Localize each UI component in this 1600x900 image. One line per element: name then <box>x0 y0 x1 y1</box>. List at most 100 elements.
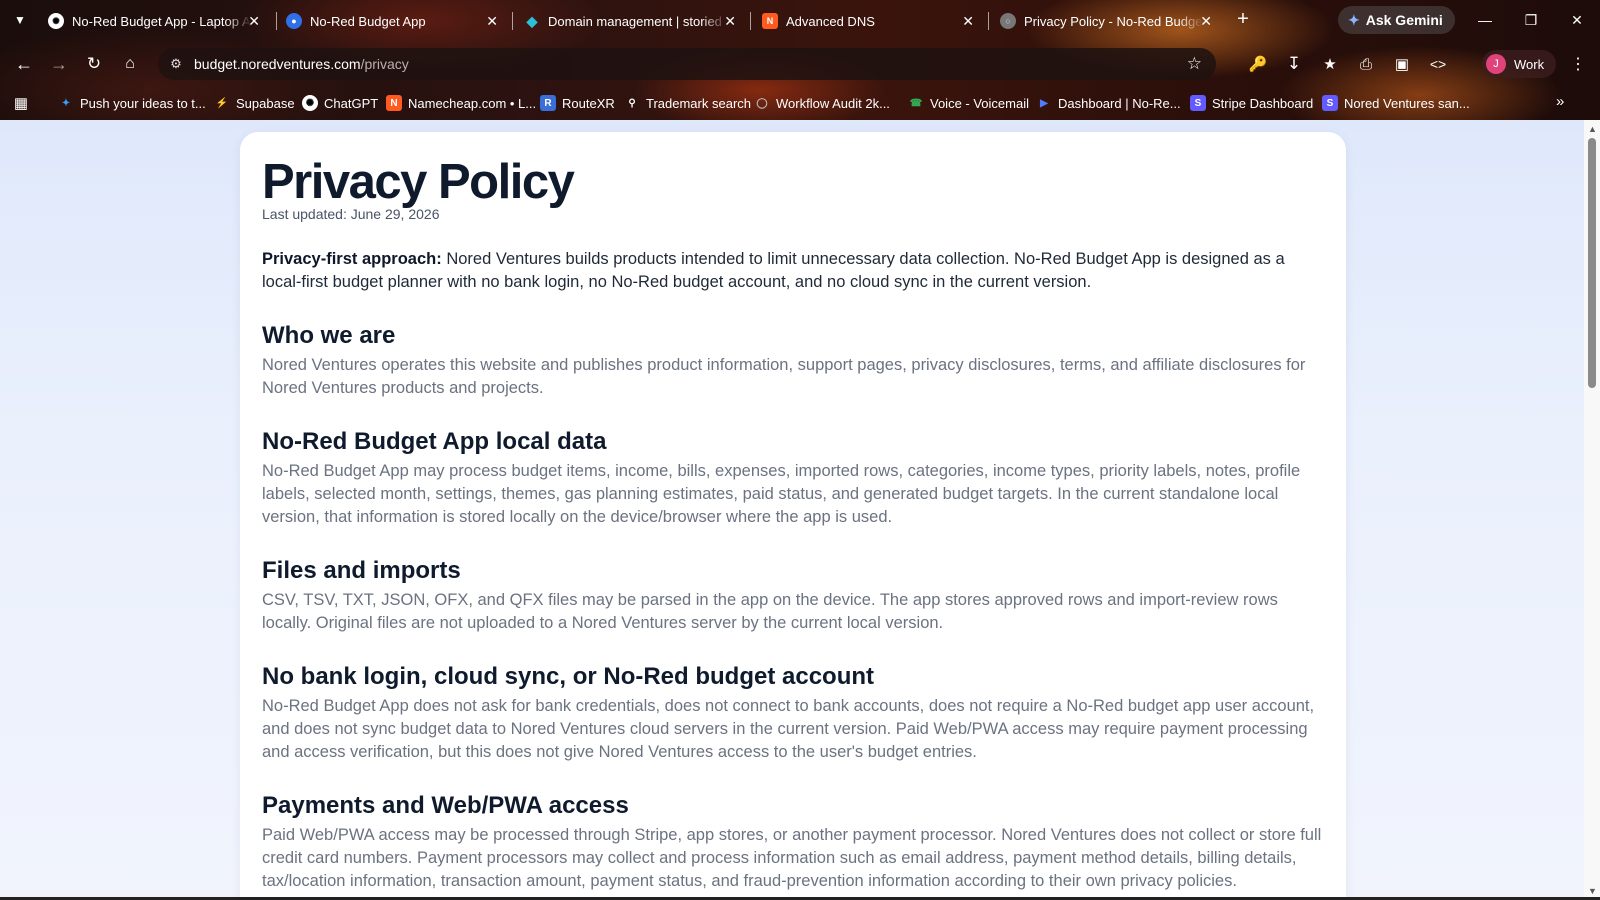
lead-paragraph: Privacy-first approach: Nored Ventures b… <box>262 248 1324 294</box>
back-arrow-icon[interactable]: ← <box>12 52 36 76</box>
favorites-star-icon[interactable]: ★ <box>1318 52 1342 76</box>
home-icon[interactable]: ⌂ <box>118 52 142 76</box>
tab-strip: ▼ ✺ No-Red Budget App - Laptop A ✕ ● No-… <box>0 0 1600 40</box>
tab-title: Privacy Policy - No-Red Budget <box>1024 13 1204 29</box>
bookmark-item[interactable]: ⚲ Trademark search <box>624 93 751 113</box>
close-icon[interactable]: ✕ <box>1200 13 1212 30</box>
ask-gemini-button[interactable]: ✦ Ask Gemini <box>1338 6 1455 34</box>
download-icon[interactable]: ↧ <box>1282 52 1306 76</box>
scrollbar-thumb[interactable] <box>1588 138 1596 388</box>
bookmark-item[interactable]: S Stripe Dashboard <box>1190 93 1313 113</box>
section-heading: Files and imports <box>262 557 461 584</box>
bookmark-label: Trademark search <box>646 95 751 111</box>
forward-arrow-icon[interactable]: → <box>47 52 71 76</box>
apps-grid-icon[interactable]: ▦ <box>11 93 31 113</box>
section-files-imports: Files and imports CSV, TSV, TXT, JSON, O… <box>262 557 1324 635</box>
section-body: No-Red Budget App does not ask for bank … <box>262 697 1315 761</box>
section-body: Paid Web/PWA access may be processed thr… <box>262 826 1322 890</box>
bookmark-item[interactable]: ◯ Workflow Audit 2k... <box>754 93 890 113</box>
page-viewport: Privacy Policy Last updated: June 29, 20… <box>0 120 1584 900</box>
code-icon[interactable]: <> <box>1426 52 1450 76</box>
browser-chrome: ▼ ✺ No-Red Budget App - Laptop A ✕ ● No-… <box>0 0 1600 120</box>
bookmark-star-icon[interactable]: ☆ <box>1187 54 1202 74</box>
bookmark-item[interactable]: ⚡ Supabase <box>214 93 295 113</box>
stripe-icon: S <box>1322 95 1338 111</box>
bookmark-item[interactable]: ▶ Dashboard | No-Re... <box>1036 93 1181 113</box>
tab-1[interactable]: ✺ No-Red Budget App - Laptop A ✕ <box>40 6 268 36</box>
bookmark-label: Nored Ventures san... <box>1344 95 1470 111</box>
window-close-icon[interactable]: ✕ <box>1562 8 1592 32</box>
scroll-down-arrow-icon[interactable]: ▼ <box>1588 886 1597 896</box>
section-heading: Who we are <box>262 322 396 349</box>
password-key-icon[interactable]: 🔑 <box>1246 52 1270 76</box>
namecheap-icon: N <box>386 95 402 111</box>
routexr-icon: R <box>540 95 556 111</box>
tab-title: Domain management | storied <box>548 13 722 29</box>
close-icon[interactable]: ✕ <box>962 13 974 30</box>
page-scrollbar[interactable]: ▲ ▼ <box>1584 120 1600 900</box>
scroll-up-arrow-icon[interactable]: ▲ <box>1588 124 1597 134</box>
cast-icon[interactable]: ▣ <box>1390 52 1414 76</box>
bookmark-item[interactable]: R RouteXR <box>540 93 615 113</box>
globe-icon: ○ <box>1000 13 1016 29</box>
section-body: No-Red Budget App may process budget ite… <box>262 462 1301 526</box>
restore-icon[interactable]: ❐ <box>1516 8 1546 32</box>
tab-separator <box>988 12 989 30</box>
dashboard-icon: ▶ <box>1040 97 1048 109</box>
bookmark-item[interactable]: ✺ ChatGPT <box>302 93 378 113</box>
policy-card: Privacy Policy Last updated: June 29, 20… <box>240 132 1346 900</box>
chatgpt-icon: ✺ <box>302 95 318 111</box>
stripe-icon: S <box>1190 95 1206 111</box>
tab-title: Advanced DNS <box>786 13 875 29</box>
tab-separator <box>750 12 751 30</box>
bookmark-item[interactable]: N Namecheap.com • L... <box>386 93 536 113</box>
bookmark-item[interactable]: ☎ Voice - Voicemail <box>908 93 1029 113</box>
tab-separator <box>512 12 513 30</box>
section-local-data: No-Red Budget App local data No-Red Budg… <box>262 428 1324 529</box>
bookmark-item[interactable]: ✦ Push your ideas to t... <box>58 93 206 113</box>
print-icon[interactable]: ⎙ <box>1354 52 1378 76</box>
lead-bold: Privacy-first approach: <box>262 250 442 268</box>
gemini-sparkle-icon: ✦ <box>1348 11 1360 28</box>
tab-title: No-Red Budget App - Laptop A <box>72 13 251 29</box>
browser-toolbar: ← → ↻ ⌂ ⚙ budget.noredventures.com/priva… <box>0 44 1600 84</box>
close-icon[interactable]: ✕ <box>486 13 498 30</box>
bookmark-label: ChatGPT <box>324 95 379 111</box>
address-bar[interactable]: ⚙ budget.noredventures.com/privacy ☆ <box>158 48 1216 80</box>
section-body: CSV, TSV, TXT, JSON, OFX, and QFX files … <box>262 591 1278 632</box>
pin-icon: ⚲ <box>628 97 636 109</box>
bolt-icon: ⚡ <box>215 97 229 109</box>
url-path: /privacy <box>360 56 409 72</box>
chatgpt-icon: ✺ <box>48 13 64 29</box>
profile-button[interactable]: J Work <box>1482 50 1557 78</box>
tab-search-chevron-icon[interactable]: ▼ <box>8 8 32 32</box>
bookmark-label: Namecheap.com • L... <box>408 95 537 111</box>
tab-2[interactable]: ● No-Red Budget App ✕ <box>278 6 506 36</box>
close-icon[interactable]: ✕ <box>248 13 260 30</box>
minimize-icon[interactable]: — <box>1470 8 1500 32</box>
close-icon[interactable]: ✕ <box>724 13 736 30</box>
menu-kebab-icon[interactable]: ⋮ <box>1566 52 1590 76</box>
section-no-bank-login: No bank login, cloud sync, or No-Red bud… <box>262 663 1324 764</box>
tab-4[interactable]: N Advanced DNS ✕ <box>754 6 982 36</box>
tab-3[interactable]: ◆ Domain management | storied ✕ <box>516 6 744 36</box>
avatar: J <box>1486 54 1506 74</box>
site-info-icon[interactable]: ⚙ <box>158 56 194 72</box>
sparkle-icon: ✦ <box>61 97 71 109</box>
tab-5-active[interactable]: ○ Privacy Policy - No-Red Budget ✕ <box>992 6 1220 36</box>
section-heading: No-Red Budget App local data <box>262 428 607 455</box>
section-body: Nored Ventures operates this website and… <box>262 356 1306 397</box>
section-heading: No bank login, cloud sync, or No-Red bud… <box>262 663 875 690</box>
bookmark-label: Push your ideas to t... <box>80 95 206 111</box>
section-who-we-are: Who we are Nored Ventures operates this … <box>262 322 1324 400</box>
app-icon: ● <box>286 13 302 29</box>
bookmark-item[interactable]: S Nored Ventures san... <box>1322 93 1470 113</box>
url-host: budget.noredventures.com <box>194 56 361 72</box>
bookmark-label: Dashboard | No-Re... <box>1058 95 1181 111</box>
bookmark-label: Stripe Dashboard <box>1212 95 1314 111</box>
bookmarks-overflow-chevron-icon[interactable]: » <box>1556 93 1564 110</box>
new-tab-plus-icon[interactable]: + <box>1232 8 1254 30</box>
reload-icon[interactable]: ↻ <box>82 52 106 76</box>
ask-gemini-label: Ask Gemini <box>1365 12 1443 28</box>
tab-title: No-Red Budget App <box>310 13 426 29</box>
